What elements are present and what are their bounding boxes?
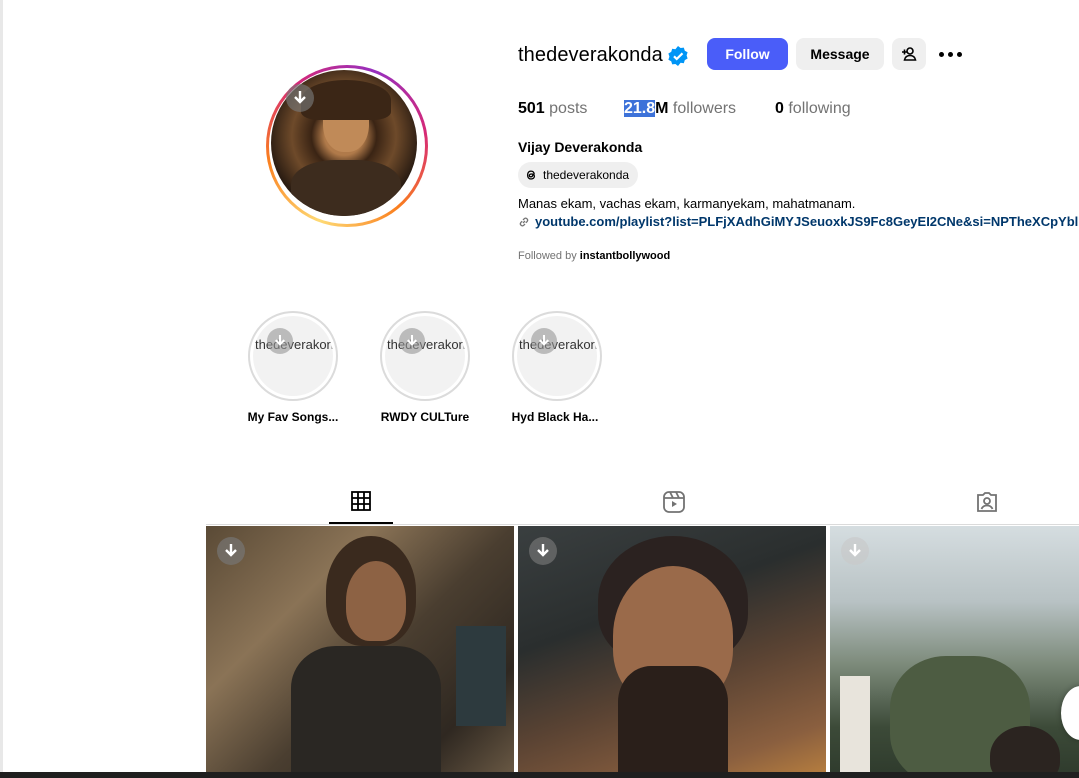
- highlight-label: RWDY CULTure: [380, 410, 470, 424]
- download-icon[interactable]: [531, 328, 557, 354]
- highlight-2[interactable]: thedeverakonda's highlight story picture: [380, 311, 470, 401]
- grid-icon: [351, 491, 371, 511]
- profile-link-text: youtube.com/playlist?list=PLFjXAdhGiMYJS…: [535, 214, 1079, 229]
- download-icon[interactable]: [217, 537, 245, 565]
- download-icon[interactable]: [529, 537, 557, 565]
- followed-by-user: instantbollywood: [579, 250, 671, 262]
- download-icon[interactable]: [399, 328, 425, 354]
- tabs-divider: [206, 524, 1079, 525]
- posts-value: 501: [518, 100, 545, 117]
- threads-badge[interactable]: thedeverakonda: [518, 162, 639, 188]
- followers-value-suffix: M: [655, 100, 669, 117]
- reels-icon: [663, 491, 685, 513]
- profile-full-name: Vijay Deverakonda: [518, 139, 643, 155]
- highlight-3[interactable]: thedeverakonda's highlight story picture: [512, 311, 602, 401]
- tab-tagged[interactable]: [975, 490, 999, 514]
- followers-value-selected: 21.8: [624, 100, 656, 117]
- tagged-icon: [977, 492, 997, 512]
- following-value: 0: [775, 100, 784, 117]
- post-thumbnail[interactable]: [830, 526, 1079, 778]
- download-icon[interactable]: [286, 84, 314, 112]
- download-icon[interactable]: [267, 328, 293, 354]
- followed-by-prefix: Followed by: [518, 250, 577, 262]
- posts-label: posts: [549, 100, 588, 117]
- profile-username[interactable]: thedeverakonda: [518, 44, 663, 67]
- link-icon: [519, 217, 529, 226]
- followed-by[interactable]: Followed by instantbollywood: [518, 250, 670, 262]
- post-thumbnail[interactable]: [206, 526, 514, 778]
- tab-reels[interactable]: [662, 490, 686, 514]
- followers-count[interactable]: 21.8M followers: [624, 100, 736, 118]
- tab-posts[interactable]: [350, 490, 374, 514]
- os-taskbar: [0, 772, 1079, 778]
- highlight-label: My Fav Songs...: [247, 410, 339, 424]
- left-border: [0, 0, 3, 778]
- highlight-label: Hyd Black Ha...: [511, 410, 599, 424]
- post-subject: [990, 726, 1060, 778]
- posts-count: 501 posts: [518, 100, 587, 118]
- following-count[interactable]: 0 following: [775, 100, 851, 118]
- verified-badge-icon: [667, 45, 689, 72]
- download-icon[interactable]: [841, 537, 869, 565]
- avatar-armor: [291, 160, 401, 216]
- suggested-users-button[interactable]: [892, 38, 926, 70]
- profile-external-link[interactable]: youtube.com/playlist?list=PLFjXAdhGiMYJS…: [518, 214, 1078, 229]
- profile-bio: Manas ekam, vachas ekam, karmanyekam, ma…: [518, 196, 856, 211]
- highlight-1[interactable]: thedeverakonda's highlight story picture: [248, 311, 338, 401]
- more-options-icon[interactable]: [938, 44, 962, 64]
- followers-label: followers: [672, 100, 737, 117]
- avatar-hair: [301, 80, 391, 120]
- add-person-icon: [902, 47, 917, 61]
- follow-button[interactable]: Follow: [707, 38, 788, 70]
- post-thumbnail[interactable]: [518, 526, 826, 778]
- message-button[interactable]: Message: [796, 38, 884, 70]
- threads-icon: [526, 170, 536, 180]
- following-label: following: [788, 100, 851, 117]
- threads-handle: thedeverakonda: [543, 168, 630, 182]
